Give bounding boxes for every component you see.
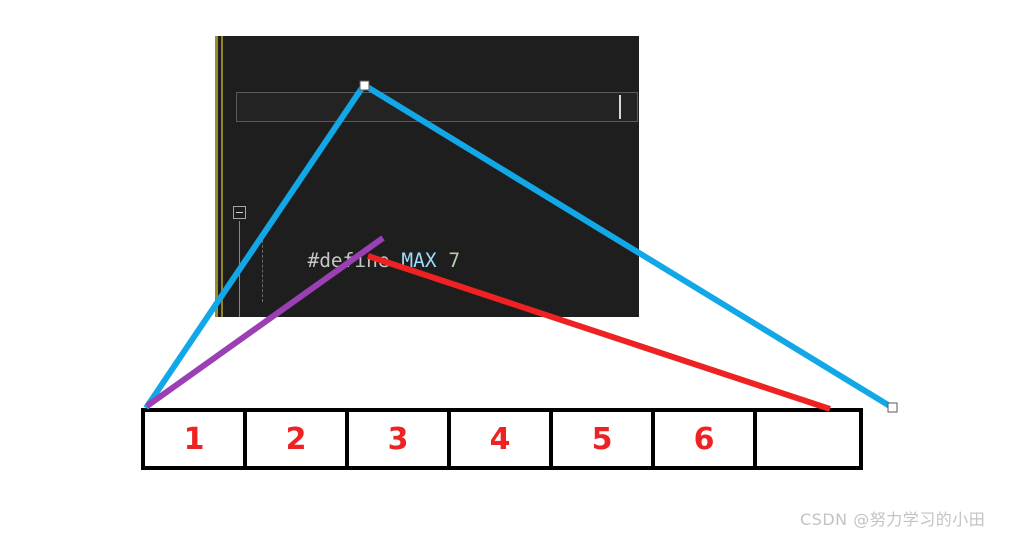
- array-cell: 1: [145, 412, 247, 466]
- code-line-blank-top: [231, 116, 639, 143]
- gutter-modified-indicator-inner: [221, 36, 223, 317]
- code-line-define[interactable]: #define MAX 7: [231, 222, 639, 272]
- max-arrow-right-handle[interactable]: [887, 402, 898, 413]
- token-define-directive: #define: [307, 249, 390, 272]
- array-diagram: 1 2 3 4 5 6: [141, 408, 863, 470]
- array-cell: 2: [247, 412, 349, 466]
- token-macro-value: 7: [448, 249, 461, 272]
- array-cell: 4: [451, 412, 553, 466]
- array-cell: 6: [655, 412, 757, 466]
- array-cell: 3: [349, 412, 451, 466]
- csdn-watermark: CSDN @努力学习的小田: [800, 510, 986, 529]
- token-macro-name: MAX: [401, 249, 437, 272]
- code-editor-panel[interactable]: #define MAX 7 typedef int SLTDataType; t…: [215, 36, 639, 317]
- code-text-area[interactable]: #define MAX 7 typedef int SLTDataType; t…: [231, 36, 639, 317]
- array-cell: [757, 412, 859, 466]
- gutter-modified-indicator-outer: [215, 36, 218, 317]
- array-cell: 5: [553, 412, 655, 466]
